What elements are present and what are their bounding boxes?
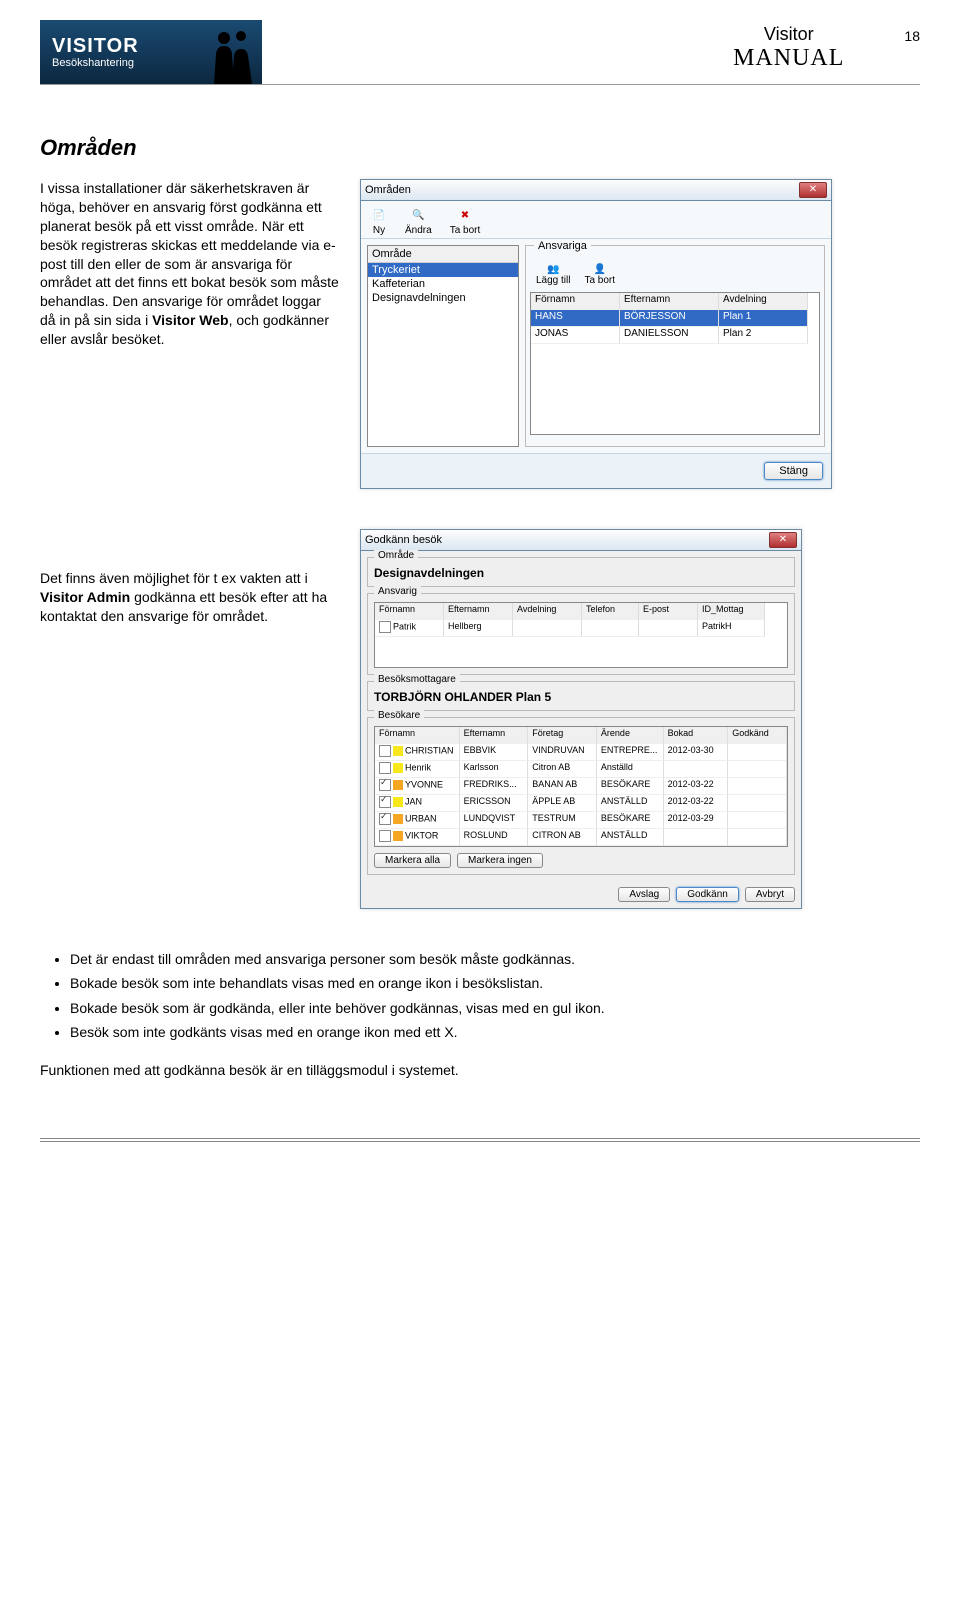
page-header: VISITOR Besökshantering Visitor MANUAL 1…	[40, 20, 920, 85]
checkbox-icon[interactable]	[379, 745, 391, 757]
reject-button[interactable]: Avslag	[618, 887, 670, 902]
select-all-button[interactable]: Markera alla	[374, 853, 451, 868]
area-list[interactable]: Område Tryckeriet Kaffeterian Designavde…	[367, 245, 519, 447]
person-add-icon: 👥	[547, 264, 559, 275]
table-row[interactable]: YVONNEFREDRIKS...BANAN ABBESÖKARE2012-03…	[375, 778, 787, 795]
close-icon[interactable]: ✕	[769, 532, 797, 548]
manual-big: MANUAL	[733, 45, 844, 72]
list-item[interactable]: Designavdelningen	[368, 291, 518, 305]
delete-icon: ✖	[457, 207, 473, 223]
checkbox-icon[interactable]	[379, 796, 391, 808]
visitor-grid[interactable]: Förnamn Efternamn Företag Ärende Bokad G…	[374, 726, 788, 847]
people-silhouette-icon	[206, 26, 256, 84]
table-row[interactable]: HANS BÖRJESSON Plan 1	[531, 310, 819, 327]
status-icon	[393, 831, 403, 841]
area-value: Designavdelningen	[374, 566, 788, 580]
status-icon	[393, 814, 403, 824]
bullet-list: Det är endast till områden med ansvariga…	[40, 949, 920, 1042]
select-none-button[interactable]: Markera ingen	[457, 853, 543, 868]
add-button[interactable]: 👥 Lägg till	[536, 264, 570, 286]
table-row: Patrik Hellberg PatrikH	[375, 620, 787, 637]
logo: VISITOR Besökshantering	[40, 20, 262, 84]
list-item[interactable]: Kaffeterian	[368, 277, 518, 291]
list-item: Bokade besök som inte behandlats visas m…	[70, 973, 920, 993]
table-row[interactable]: JANERICSSONÄPPLE ABANSTÄLLD2012-03-22	[375, 795, 787, 812]
checkbox-icon[interactable]	[379, 621, 391, 633]
list-item[interactable]: Tryckeriet	[368, 263, 518, 277]
logo-subtitle: Besökshantering	[52, 57, 139, 69]
status-icon	[393, 780, 403, 790]
status-icon	[393, 746, 403, 756]
final-note: Funktionen med att godkänna besök är en …	[40, 1062, 920, 1078]
new-button[interactable]: 📄 Ny	[371, 207, 387, 236]
table-row[interactable]: HenrikKarlssonCitron ABAnställd	[375, 761, 787, 778]
table-row[interactable]: CHRISTIANEBBVIKVINDRUVANENTREPRE...2012-…	[375, 744, 787, 761]
list-item: Det är endast till områden med ansvariga…	[70, 949, 920, 969]
table-row[interactable]: URBANLUNDQVISTTESTRUMBESÖKARE2012-03-29	[375, 812, 787, 829]
paragraph-1: I vissa installationer där säkerhetskrav…	[40, 179, 340, 351]
table-row[interactable]: JONAS DANIELSSON Plan 2	[531, 327, 819, 344]
checkbox-icon[interactable]	[379, 779, 391, 791]
edit-button[interactable]: 🔍 Ändra	[405, 207, 432, 236]
checkbox-icon[interactable]	[379, 762, 391, 774]
new-icon: 📄	[371, 207, 387, 223]
edit-icon: 🔍	[410, 207, 426, 223]
approve-button[interactable]: Godkänn	[676, 887, 739, 902]
window-title: Godkänn besök	[365, 534, 442, 546]
list-item: Bokade besök som är godkända, eller inte…	[70, 998, 920, 1018]
paragraph-2: Det finns även möjlighet för t ex vakten…	[40, 529, 340, 628]
cancel-button[interactable]: Avbryt	[745, 887, 795, 902]
manual-top: Visitor	[733, 24, 844, 45]
list-item: Besök som inte godkänts visas med en ora…	[70, 1022, 920, 1042]
close-button[interactable]: Stäng	[764, 462, 823, 480]
screenshot-omraden: Områden ✕ 📄 Ny 🔍 Ändra ✖ Ta bort Område …	[360, 179, 832, 489]
status-icon	[393, 763, 403, 773]
section-title: Områden	[40, 135, 920, 161]
delete-button[interactable]: ✖ Ta bort	[450, 207, 481, 236]
person-remove-icon: 👤	[594, 264, 606, 275]
footer-rule	[40, 1138, 920, 1142]
responsible-grid[interactable]: Förnamn Efternamn Avdelning HANS BÖRJESS…	[530, 292, 820, 435]
recipient-value: TORBJÖRN OHLANDER Plan 5	[374, 690, 788, 704]
checkbox-icon[interactable]	[379, 830, 391, 842]
page-number: 18	[904, 24, 920, 44]
window-title: Områden	[365, 184, 411, 196]
remove-button[interactable]: 👤 Ta bort	[584, 264, 615, 286]
responsible-grid: Förnamn Efternamn Avdelning Telefon E-po…	[374, 602, 788, 668]
close-icon[interactable]: ✕	[799, 182, 827, 198]
screenshot-godkann: Godkänn besök ✕ Område Designavdelningen…	[360, 529, 802, 909]
checkbox-icon[interactable]	[379, 813, 391, 825]
logo-title: VISITOR	[52, 35, 139, 57]
table-row[interactable]: VIKTORROSLUNDCITRON ABANSTÄLLD	[375, 829, 787, 846]
status-icon	[393, 797, 403, 807]
